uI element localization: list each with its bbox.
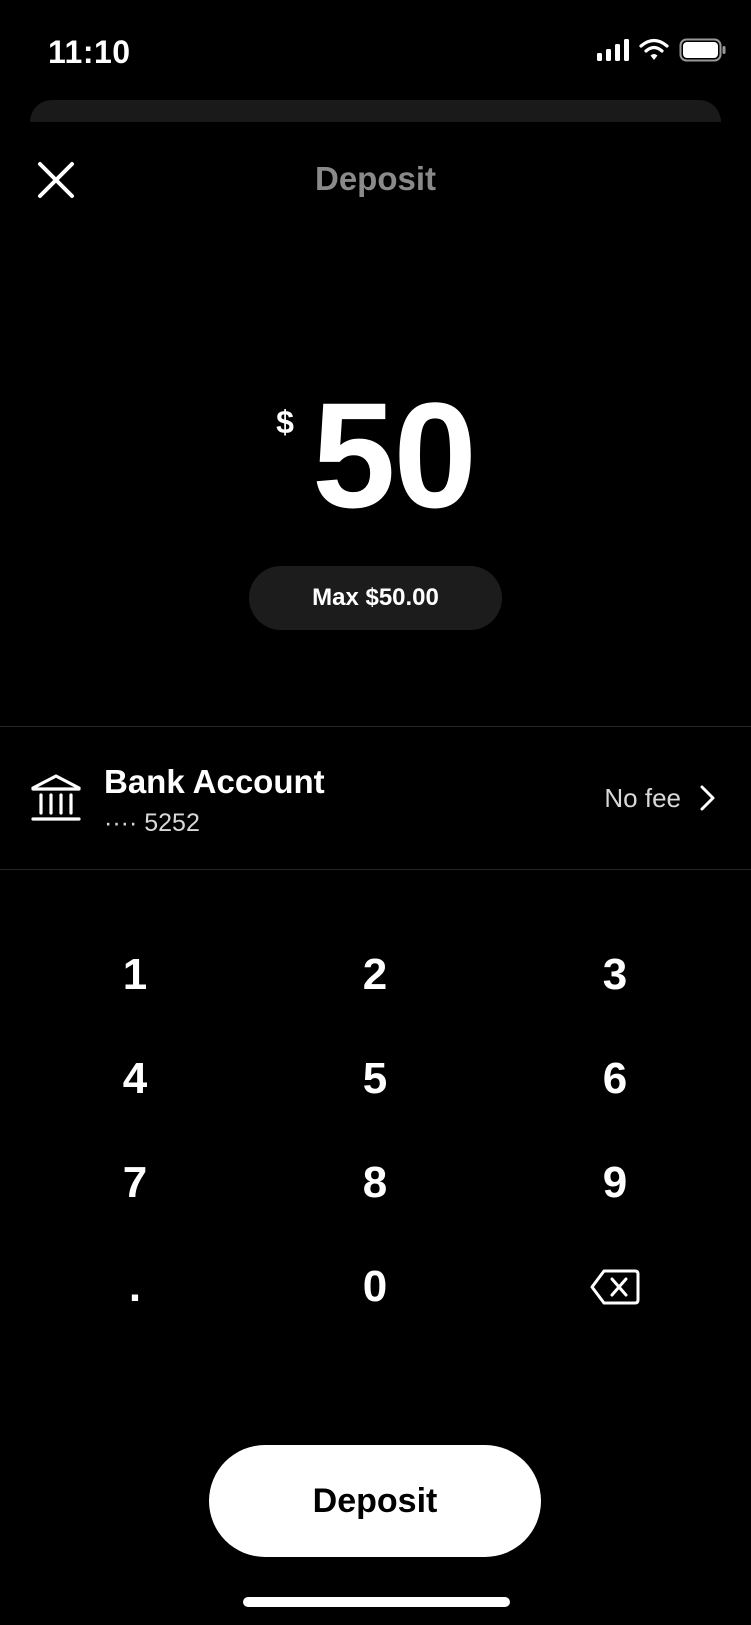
- status-time: 11:10: [48, 34, 131, 70]
- amount-display: $ 50: [0, 380, 751, 530]
- backspace-icon: [590, 1269, 640, 1305]
- key-decimal[interactable]: .: [15, 1237, 255, 1337]
- account-number: ···· 5252: [104, 809, 200, 837]
- key-backspace[interactable]: [495, 1237, 735, 1337]
- key-8[interactable]: 8: [255, 1133, 495, 1233]
- account-name: Bank Account: [104, 763, 325, 800]
- key-7[interactable]: 7: [15, 1133, 255, 1233]
- max-amount-button[interactable]: Max $50.00: [249, 566, 502, 630]
- divider: [0, 869, 751, 870]
- amount-value: 50: [312, 371, 477, 539]
- wifi-icon: [639, 38, 669, 60]
- currency-symbol: $: [276, 404, 294, 440]
- key-4[interactable]: 4: [15, 1029, 255, 1129]
- key-2[interactable]: 2: [255, 925, 495, 1025]
- status-icons: [597, 38, 727, 62]
- key-6[interactable]: 6: [495, 1029, 735, 1129]
- page-title: Deposit: [314, 160, 436, 197]
- key-9[interactable]: 9: [495, 1133, 735, 1233]
- battery-icon: [679, 38, 726, 62]
- fee-label: No fee: [604, 783, 681, 813]
- key-0[interactable]: 0: [255, 1237, 495, 1337]
- key-5[interactable]: 5: [255, 1029, 495, 1129]
- bank-icon: [31, 774, 81, 821]
- cellular-signal-icon: [597, 39, 629, 61]
- key-1[interactable]: 1: [15, 925, 255, 1025]
- key-3[interactable]: 3: [495, 925, 735, 1025]
- deposit-button[interactable]: Deposit: [209, 1445, 541, 1557]
- funding-source-row[interactable]: Bank Account ···· 5252 No fee: [0, 727, 751, 869]
- deposit-screen: 11:10 Deposit $ 50 Max $50.00 Bank Accou…: [0, 0, 751, 1625]
- chevron-right-icon: [700, 785, 715, 811]
- home-indicator: [243, 1597, 510, 1607]
- sheet-grabber: [30, 100, 721, 122]
